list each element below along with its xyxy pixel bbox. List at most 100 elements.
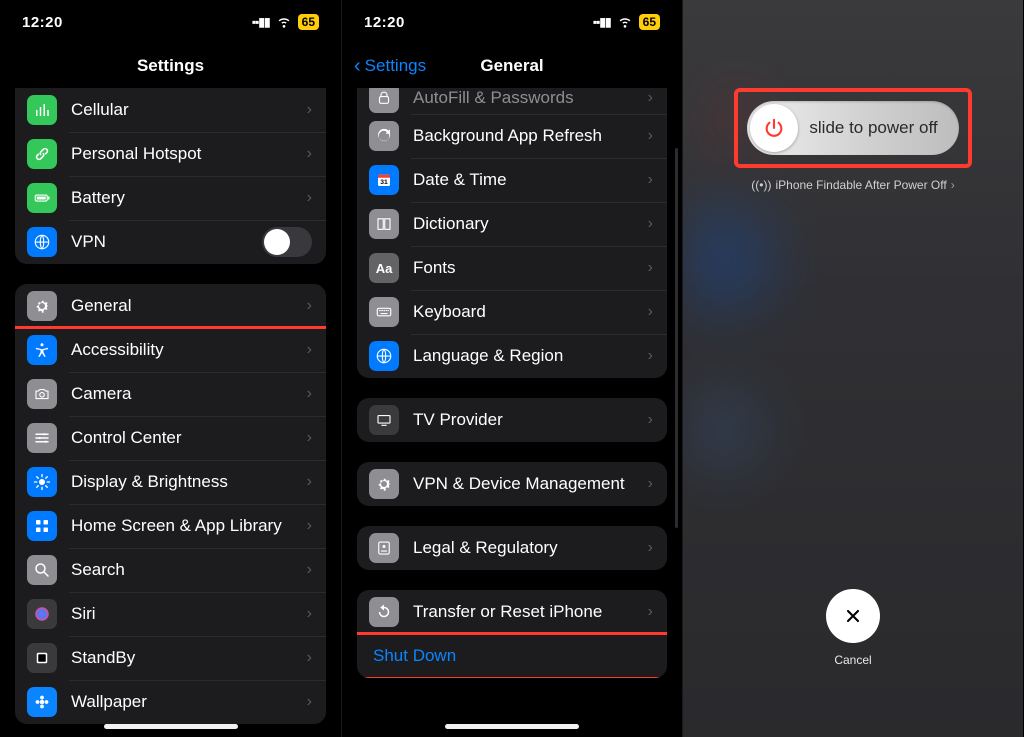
status-bar: 12:20 ▪▪▮▮ 65 xyxy=(342,0,682,44)
signal-icon: ▪▪▮▮ xyxy=(252,15,270,29)
row-label: Accessibility xyxy=(71,340,307,360)
row-label: Control Center xyxy=(71,428,307,448)
row-transfer-or-reset-iphone[interactable]: Transfer or Reset iPhone› xyxy=(357,590,667,634)
chevron-right-icon: › xyxy=(307,605,312,623)
row-cellular[interactable]: Cellular› xyxy=(15,88,326,132)
cancel-button[interactable] xyxy=(826,589,880,643)
row-keyboard[interactable]: Keyboard› xyxy=(357,290,667,334)
row-general[interactable]: General› xyxy=(15,284,326,328)
chevron-right-icon: › xyxy=(648,475,653,493)
cert-icon xyxy=(369,533,399,563)
row-display-brightness[interactable]: Display & Brightness› xyxy=(15,460,326,504)
back-button[interactable]: ‹ Settings xyxy=(354,56,426,76)
chevron-right-icon: › xyxy=(648,411,653,429)
row-tv-provider[interactable]: TV Provider› xyxy=(357,398,667,442)
general-navbar: ‹ Settings General xyxy=(342,44,682,88)
home-indicator[interactable] xyxy=(445,724,579,729)
row-accessibility[interactable]: Accessibility› xyxy=(15,328,326,372)
row-siri[interactable]: Siri› xyxy=(15,592,326,636)
scroll-indicator xyxy=(675,148,678,528)
chevron-right-icon: › xyxy=(648,303,653,321)
row-home-screen-app-library[interactable]: Home Screen & App Library› xyxy=(15,504,326,548)
chevron-right-icon: › xyxy=(307,341,312,359)
antenna-icon xyxy=(27,95,57,125)
row-language-region[interactable]: Language & Region› xyxy=(357,334,667,378)
grid-icon xyxy=(27,511,57,541)
vpn-toggle[interactable] xyxy=(262,227,312,257)
chevron-right-icon: › xyxy=(307,517,312,535)
general-panel: 12:20 ▪▪▮▮ 65 ‹ Settings General AutoFil… xyxy=(341,0,682,737)
chevron-right-icon: › xyxy=(648,259,653,277)
reset-icon xyxy=(369,597,399,627)
row-dictionary[interactable]: Dictionary› xyxy=(357,202,667,246)
keyb-icon xyxy=(369,297,399,327)
row-label: Date & Time xyxy=(413,170,648,190)
row-standby[interactable]: StandBy› xyxy=(15,636,326,680)
row-camera[interactable]: Camera› xyxy=(15,372,326,416)
status-right: ▪▪▮▮ 65 xyxy=(593,13,660,32)
status-time: 12:20 xyxy=(22,14,63,31)
siri-icon xyxy=(27,599,57,629)
chevron-right-icon: › xyxy=(307,297,312,315)
row-date-time[interactable]: 31Date & Time› xyxy=(357,158,667,202)
row-vpn-device-management[interactable]: VPN & Device Management› xyxy=(357,462,667,506)
globe-icon xyxy=(369,341,399,371)
row-label: Cellular xyxy=(71,100,307,120)
row-fonts[interactable]: AaFonts› xyxy=(357,246,667,290)
settings-root-panel: 12:20 ▪▪▮▮ 65 Settings Cellular›Personal… xyxy=(0,0,341,737)
chevron-right-icon: › xyxy=(307,101,312,119)
chevron-right-icon: › xyxy=(648,347,653,365)
wifi-icon xyxy=(617,13,633,32)
close-icon xyxy=(843,606,863,626)
gear-icon xyxy=(27,291,57,321)
battery-badge: 65 xyxy=(298,14,319,30)
book-icon xyxy=(369,209,399,239)
chevron-right-icon: › xyxy=(648,603,653,621)
chevron-right-icon: › xyxy=(307,385,312,403)
row-background-app-refresh[interactable]: Background App Refresh› xyxy=(357,114,667,158)
row-label: General xyxy=(71,296,307,316)
row-label: Fonts xyxy=(413,258,648,278)
row-personal-hotspot[interactable]: Personal Hotspot› xyxy=(15,132,326,176)
refresh-icon xyxy=(369,121,399,151)
chevron-right-icon: › xyxy=(648,89,653,107)
row-autofill-passwords[interactable]: AutoFill & Passwords› xyxy=(357,88,667,114)
row-vpn[interactable]: VPN xyxy=(15,220,326,264)
row-label: Language & Region xyxy=(413,346,648,366)
status-right: ▪▪▮▮ 65 xyxy=(252,13,319,32)
status-time: 12:20 xyxy=(364,14,405,31)
row-shut-down[interactable]: Shut Down xyxy=(357,634,667,678)
access-icon xyxy=(27,335,57,365)
chevron-right-icon: › xyxy=(307,429,312,447)
battery-icon xyxy=(27,183,57,213)
row-label: Display & Brightness xyxy=(71,472,307,492)
row-label: StandBy xyxy=(71,648,307,668)
settings-content[interactable]: Cellular›Personal Hotspot›Battery›VPN Ge… xyxy=(0,88,341,737)
wifi-icon xyxy=(276,13,292,32)
chevron-right-icon: › xyxy=(648,539,653,557)
row-label: VPN xyxy=(71,232,262,252)
row-legal-regulatory[interactable]: Legal & Regulatory› xyxy=(357,526,667,570)
findable-note[interactable]: ((•)) iPhone Findable After Power Off › xyxy=(683,178,1023,192)
row-search[interactable]: Search› xyxy=(15,548,326,592)
power-off-panel: slide to power off ((•)) iPhone Findable… xyxy=(682,0,1023,737)
flower-icon xyxy=(27,687,57,717)
row-control-center[interactable]: Control Center› xyxy=(15,416,326,460)
row-label: Home Screen & App Library xyxy=(71,516,307,536)
chevron-right-icon: › xyxy=(951,178,955,192)
row-label: Wallpaper xyxy=(71,692,307,712)
cancel-label: Cancel xyxy=(826,653,880,667)
chevron-right-icon: › xyxy=(307,561,312,579)
row-label: Dictionary xyxy=(413,214,648,234)
search-icon xyxy=(27,555,57,585)
general-content[interactable]: AutoFill & Passwords›Background App Refr… xyxy=(342,88,682,737)
home-indicator[interactable] xyxy=(104,724,238,729)
slide-to-power-off[interactable]: slide to power off xyxy=(747,101,959,155)
power-icon[interactable] xyxy=(750,104,798,152)
chevron-right-icon: › xyxy=(307,649,312,667)
row-battery[interactable]: Battery› xyxy=(15,176,326,220)
row-label: Battery xyxy=(71,188,307,208)
chevron-left-icon: ‹ xyxy=(354,56,361,76)
row-wallpaper[interactable]: Wallpaper› xyxy=(15,680,326,724)
row-label: Siri xyxy=(71,604,307,624)
